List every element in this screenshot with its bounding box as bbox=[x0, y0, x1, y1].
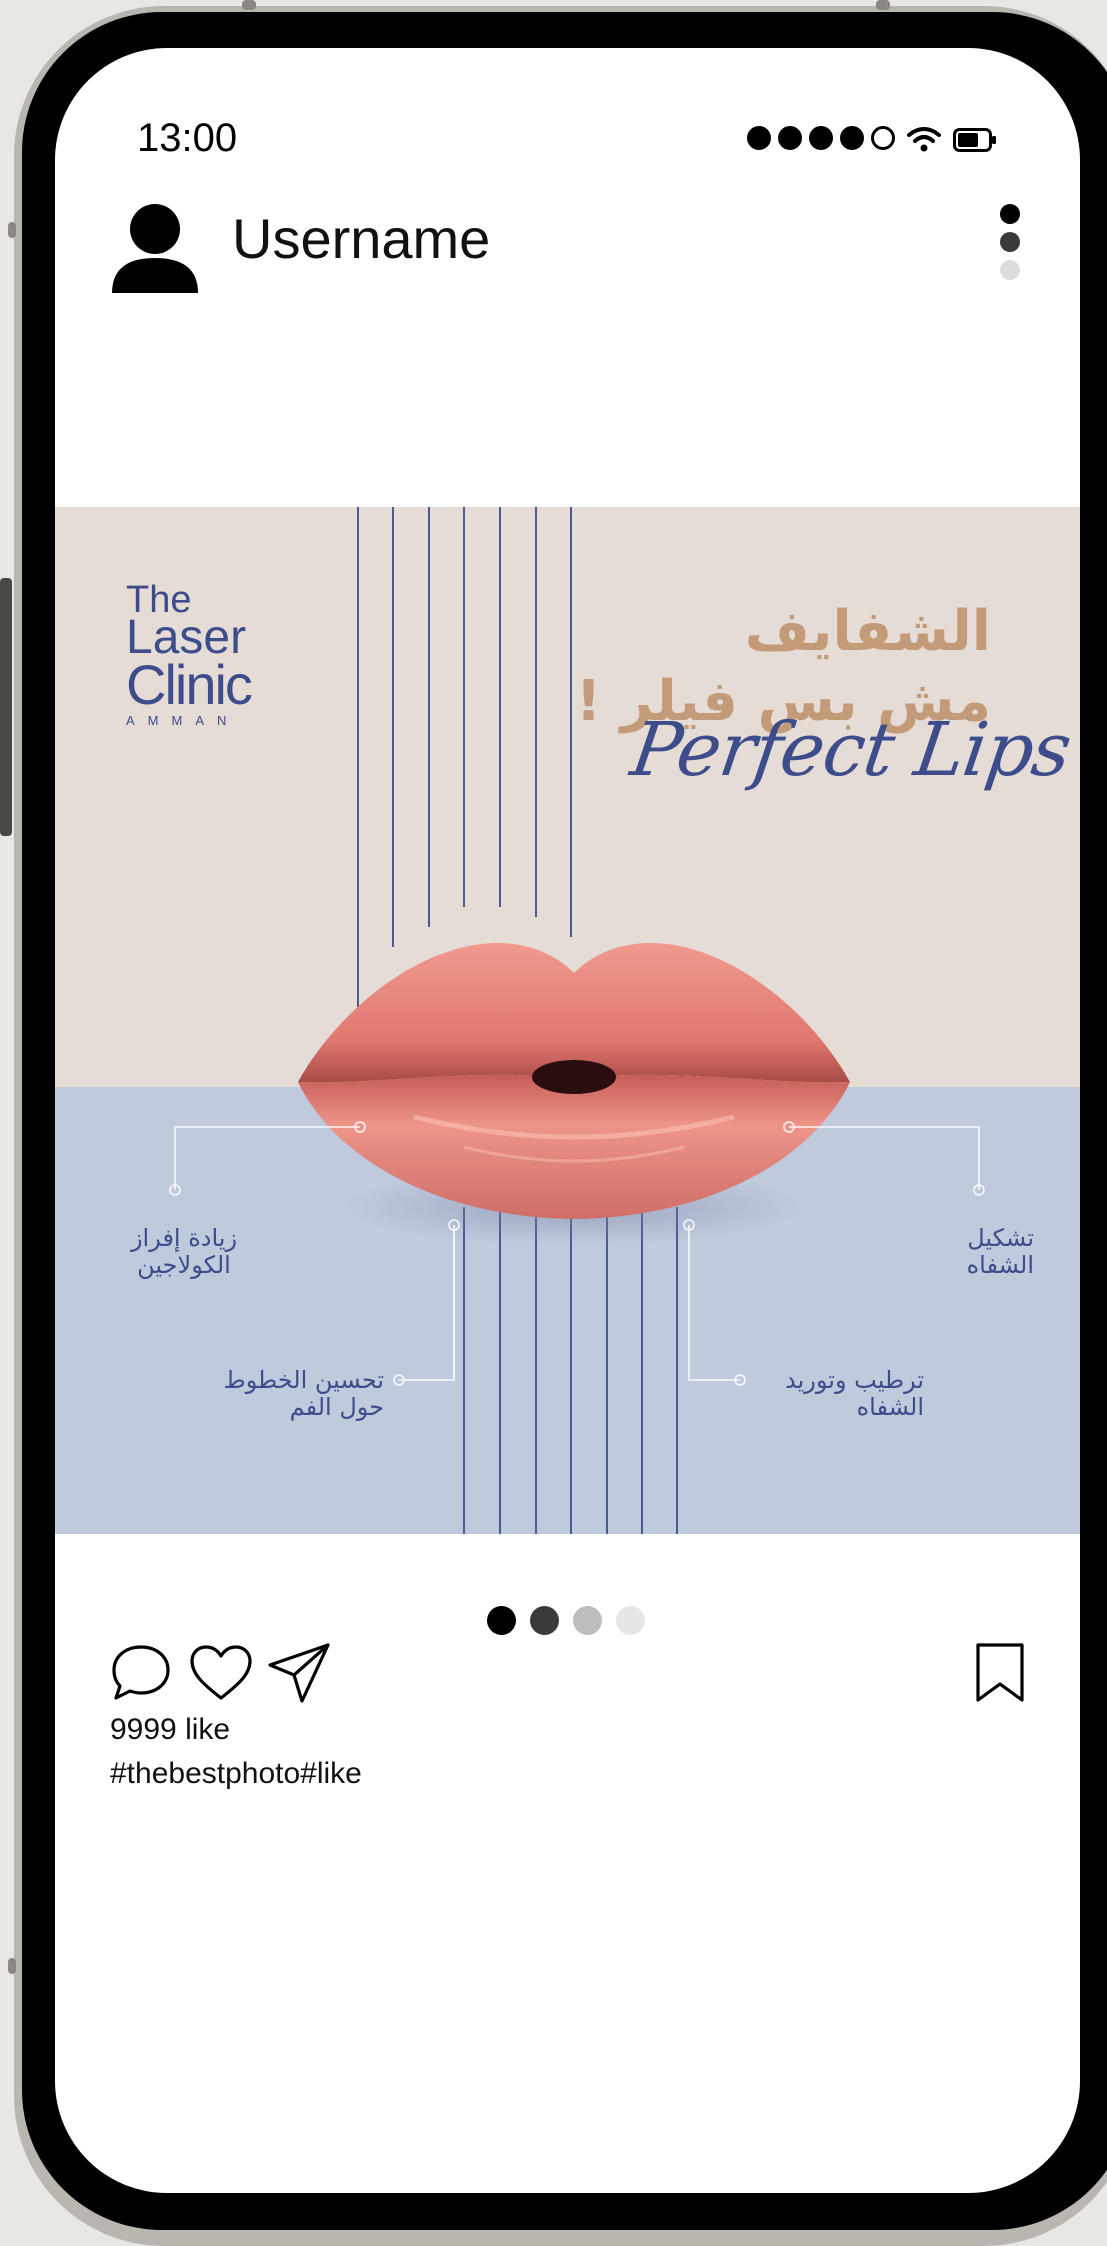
callout-collagen: زيادة إفراز الكولاجين bbox=[124, 1225, 244, 1279]
side-notch-2 bbox=[8, 1958, 16, 1974]
callout-collagen-line-1: زيادة إفراز bbox=[130, 1224, 238, 1252]
callout-shaping-line-1: تشكيل bbox=[967, 1224, 1034, 1252]
username[interactable]: Username bbox=[232, 206, 490, 271]
heart-icon[interactable] bbox=[189, 1644, 253, 1702]
callout-hydration-line-2: الشفاه bbox=[856, 1393, 924, 1421]
carousel-dot[interactable] bbox=[487, 1606, 516, 1635]
carousel-dot[interactable] bbox=[616, 1606, 645, 1635]
paper-plane-icon[interactable] bbox=[266, 1641, 332, 1705]
callout-hydration-line-1: ترطيب وتوريد bbox=[785, 1366, 924, 1394]
bookmark-icon[interactable] bbox=[974, 1642, 1026, 1704]
carousel-dot[interactable] bbox=[573, 1606, 602, 1635]
like-count[interactable]: 9999 like bbox=[110, 1713, 230, 1747]
user-silhouette-icon[interactable] bbox=[110, 201, 200, 295]
carousel-dot[interactable] bbox=[530, 1606, 559, 1635]
callout-lines: تحسين الخطوط حول الفم bbox=[204, 1367, 384, 1421]
volume-button bbox=[0, 578, 12, 836]
phone-screen: 13:00 Username The Laser Clinic AMMAN ال… bbox=[55, 48, 1080, 2193]
post-caption: #thebestphoto#like bbox=[110, 1757, 362, 1790]
callout-shaping-line-2: الشفاه bbox=[966, 1251, 1034, 1279]
callout-hydration: ترطيب وتوريد الشفاه bbox=[754, 1367, 924, 1421]
callout-lines-line-1: تحسين الخطوط bbox=[223, 1366, 384, 1394]
callout-collagen-line-2: الكولاجين bbox=[137, 1251, 231, 1279]
battery-icon bbox=[953, 128, 996, 152]
signal-dots-icon bbox=[747, 126, 895, 150]
callout-lines-line-2: حول الفم bbox=[289, 1393, 384, 1421]
side-notch-1 bbox=[8, 222, 16, 238]
callout-shaping: تشكيل الشفاه bbox=[934, 1225, 1034, 1279]
carousel-dots[interactable] bbox=[487, 1606, 645, 1635]
comment-bubble-icon[interactable] bbox=[110, 1642, 172, 1704]
post-image[interactable]: The Laser Clinic AMMAN الشفايف مش بس فيل… bbox=[55, 507, 1080, 1534]
wifi-icon bbox=[907, 127, 941, 152]
side-button-top bbox=[242, 0, 256, 10]
status-time: 13:00 bbox=[137, 116, 238, 160]
side-button-top-2 bbox=[876, 0, 890, 10]
vertical-dots-icon[interactable] bbox=[1000, 204, 1020, 280]
